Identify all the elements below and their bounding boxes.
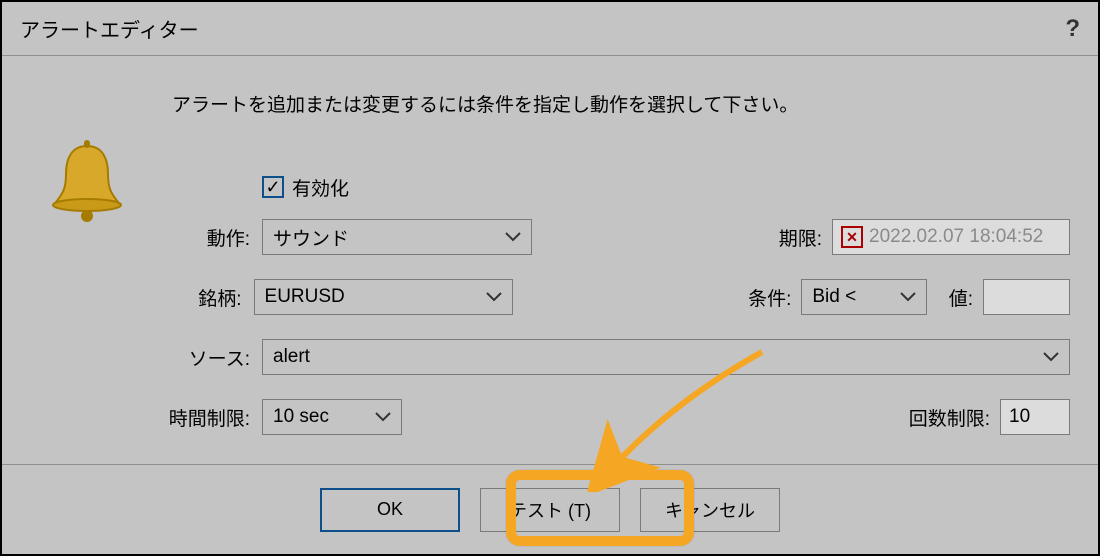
help-button[interactable]: ? xyxy=(1065,15,1080,43)
x-icon[interactable]: ✕ xyxy=(841,226,863,248)
timelimit-row: 時間制限: 10 sec 回数制限: 10 xyxy=(44,397,1070,437)
timelimit-combo[interactable]: 10 sec xyxy=(262,399,402,435)
condition-label: 条件: xyxy=(734,284,802,311)
dialog-body: アラートを追加または変更するには条件を指定し動作を選択して下さい。 ✓ 有効化 … xyxy=(2,56,1098,464)
check-icon: ✓ xyxy=(265,178,280,196)
titlebar: アラートエディター ? xyxy=(2,2,1098,56)
action-value: サウンド xyxy=(273,224,349,251)
chevron-down-icon xyxy=(375,406,391,428)
value-label: 値: xyxy=(927,284,983,311)
count-field[interactable]: 10 xyxy=(1000,399,1070,435)
source-row: ソース: alert xyxy=(44,337,1070,377)
symbol-row: 銘柄: EURUSD 条件: Bid < 値: xyxy=(44,277,1070,317)
expiry-label: 期限: xyxy=(762,224,832,251)
enable-row: ✓ 有効化 xyxy=(262,167,1070,207)
timelimit-value: 10 sec xyxy=(273,406,329,428)
count-label: 回数制限: xyxy=(890,404,1000,431)
chevron-down-icon xyxy=(505,226,521,248)
chevron-down-icon xyxy=(486,286,502,308)
timelimit-label: 時間制限: xyxy=(44,404,262,431)
action-label: 動作: xyxy=(44,224,262,251)
action-row: 動作: サウンド 期限: ✕ 2022.02.07 18:04:52 xyxy=(44,217,1070,257)
title-text: アラートエディター xyxy=(20,14,1065,43)
instruction-text: アラートを追加または変更するには条件を指定し動作を選択して下さい。 xyxy=(172,90,1070,117)
symbol-value: EURUSD xyxy=(265,286,345,308)
test-button[interactable]: テスト (T) xyxy=(480,488,620,532)
chevron-down-icon xyxy=(1043,346,1059,368)
button-bar: OK テスト (T) キャンセル xyxy=(2,464,1098,554)
form: ✓ 有効化 動作: サウンド 期限: ✕ 2022.02.07 18:04:52 xyxy=(44,167,1070,437)
source-value: alert xyxy=(273,346,310,368)
symbol-combo[interactable]: EURUSD xyxy=(254,279,514,315)
chevron-down-icon xyxy=(900,286,916,308)
enable-checkbox[interactable]: ✓ xyxy=(262,176,284,198)
symbol-label: 銘柄: xyxy=(44,284,254,311)
bell-icon xyxy=(52,140,122,227)
source-label: ソース: xyxy=(44,344,262,371)
ok-button[interactable]: OK xyxy=(320,488,460,532)
test-label: テスト (T) xyxy=(509,497,591,523)
ok-label: OK xyxy=(377,499,403,520)
dialog-window: アラートエディター ? アラートを追加または変更するには条件を指定し動作を選択し… xyxy=(0,0,1100,556)
expiry-value: 2022.02.07 18:04:52 xyxy=(869,226,1043,248)
value-field[interactable] xyxy=(983,279,1070,315)
cancel-button[interactable]: キャンセル xyxy=(640,488,780,532)
action-combo[interactable]: サウンド xyxy=(262,219,532,255)
enable-label: 有効化 xyxy=(292,174,349,201)
expiry-field[interactable]: ✕ 2022.02.07 18:04:52 xyxy=(832,219,1070,255)
condition-value: Bid < xyxy=(812,286,856,308)
source-combo[interactable]: alert xyxy=(262,339,1070,375)
condition-combo[interactable]: Bid < xyxy=(801,279,927,315)
cancel-label: キャンセル xyxy=(665,497,755,523)
count-value: 10 xyxy=(1009,406,1030,428)
